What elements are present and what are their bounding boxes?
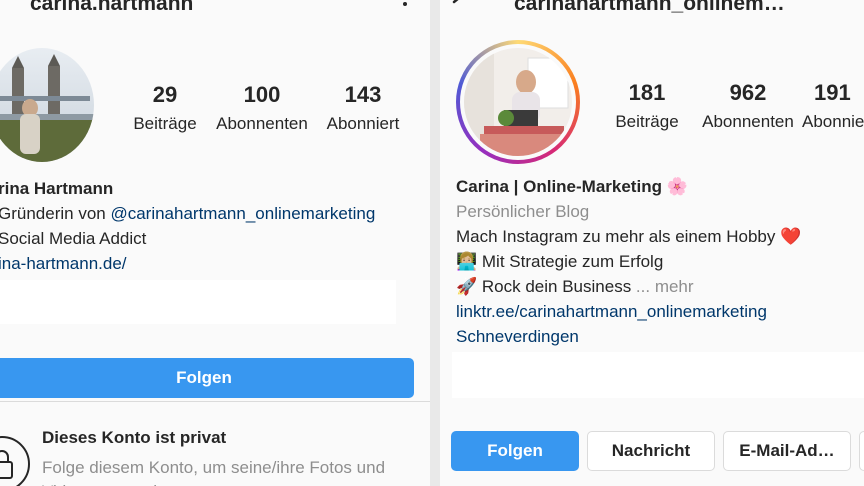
bio-line-social: Social Media Addict [0,229,147,248]
story-ring[interactable] [456,40,580,164]
bio-line-business: 🚀 Rock dein Business ... mehr [456,277,694,297]
email-button[interactable]: E-Mail-Ad… [723,431,851,471]
private-account-text: Folge diesem Konto, um seine/ihre Fotos … [42,458,386,486]
profile-avatar[interactable] [0,48,94,162]
stat-following[interactable]: 143 Abonniert [308,82,418,134]
stat-following-value: 143 [344,82,382,107]
bio-line-founder: Gründerin von @carinahartmann_onlinemark… [0,204,375,224]
profile-panel-right: carinahartmann_onlinem… 181 Beiträge 962… [440,0,864,486]
stat-followers-label: Abonnenten [216,114,308,133]
stat-followers-right[interactable]: 962 Abonnenten [698,80,798,132]
stat-followers[interactable]: 100 Abonnenten [210,82,314,134]
follow-button[interactable]: Folgen [0,358,414,398]
highlights-placeholder-right [452,352,864,398]
linktree-link[interactable]: linktr.ee/carinahartmann_onlinemarketing [456,302,767,322]
stat-posts-right[interactable]: 181 Beiträge [592,80,702,132]
username-title-right: carinahartmann_onlinem… [514,0,785,15]
stat-following-value-right: 191 [814,80,851,105]
lock-icon [0,436,30,486]
bio-founder-text: Gründerin von [0,204,111,223]
screenshot-divider [430,0,440,486]
stat-following-right[interactable]: 191 Abonniert [802,80,864,132]
divider-line [0,401,430,402]
stat-posts-value-right: 181 [628,80,666,105]
follow-button-right[interactable]: Folgen [451,431,579,471]
bio-business-text: 🚀 Rock dein Business [456,277,632,296]
stat-posts-label-right: Beiträge [615,112,679,131]
highlights-placeholder [0,280,396,324]
stat-following-label-right: Abonniert [802,112,864,131]
stat-followers-value: 100 [243,82,281,107]
bio-line-strategy: 👩🏼‍💻 Mit Strategie zum Erfolg [456,252,664,271]
more-link[interactable]: ... mehr [631,277,694,296]
username-title: carina.hartmann [30,0,194,15]
profile-category: Persönlicher Blog [456,202,590,221]
mention-link[interactable]: @carinahartmann_onlinemarketing [110,204,375,223]
profile-name: rina Hartmann [0,179,114,198]
back-arrow-icon[interactable] [450,0,470,12]
stat-following-label: Abonniert [326,114,400,133]
more-button-partial[interactable] [859,431,864,471]
profile-name-right: Carina | Online-Marketing 🌸 [456,177,688,196]
bio-line-hobby: Mach Instagram zu mehr als einem Hobby ❤… [456,227,802,246]
stat-followers-value-right: 962 [729,80,767,105]
private-account-title: Dieses Konto ist privat [42,428,227,447]
profile-panel-left: carina.hartmann 29 Beiträge 100 Abonnent… [0,0,430,486]
message-button[interactable]: Nachricht [587,431,715,471]
profile-avatar-right[interactable] [464,48,572,156]
stat-posts-label: Beiträge [133,114,197,133]
location-link[interactable]: Schneverdingen [456,327,579,347]
stat-posts-value: 29 [152,82,178,107]
stat-posts[interactable]: 29 Beiträge [110,82,220,134]
website-link[interactable]: ina-hartmann.de/ [0,254,127,274]
stat-followers-label-right: Abonnenten [702,112,794,131]
more-options-icon[interactable] [402,0,408,24]
